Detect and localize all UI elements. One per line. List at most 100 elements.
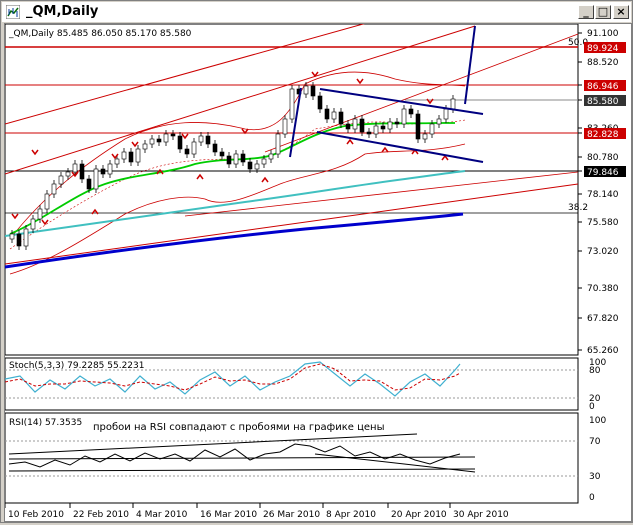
candle-body — [100, 168, 106, 175]
rsi-annotation: пробои на RSI совпадают с пробоями на гр… — [93, 422, 384, 433]
candle-body — [93, 168, 99, 190]
candle-body — [16, 233, 22, 247]
minimize-button[interactable]: _ — [578, 5, 594, 19]
candle-body — [233, 153, 239, 165]
candle-body — [58, 175, 64, 185]
candle-body — [352, 118, 358, 130]
chart-window: _QM,Daily _ □ × 50.0 38.2 _QM,Daily 85.4… — [0, 0, 633, 523]
chart-window-icon — [6, 5, 20, 19]
candle-body — [359, 118, 365, 133]
candle-body — [338, 111, 344, 125]
price-axis-label: 80.780 — [587, 153, 619, 163]
candle-body — [163, 133, 169, 143]
candle-body — [23, 228, 29, 247]
fib-label-bottom: 38.2 — [568, 203, 588, 213]
candle-body — [380, 125, 386, 130]
price-panel-header: _QM,Daily 85.485 86.050 85.170 85.580 — [8, 29, 192, 39]
candle-body — [415, 113, 421, 140]
candle-body — [128, 151, 134, 163]
candle-body — [79, 163, 85, 180]
rsi-panel: RSI(14) 57.3535 пробои на RSI совпадают … — [4, 412, 579, 504]
candle-body — [37, 208, 43, 220]
candle-body — [212, 143, 218, 153]
price-tag-label: 82.828 — [587, 130, 619, 140]
candle-body — [373, 125, 379, 135]
candle-body — [51, 183, 57, 195]
stoch-panel: Stoch(5,3,3) 79.2285 55.2231 — [4, 357, 579, 411]
candle-body — [247, 161, 253, 170]
candle-body — [394, 121, 400, 125]
candle-body — [401, 108, 407, 125]
candle-body — [408, 108, 414, 115]
rsi-axis-label: 100 — [589, 416, 606, 426]
candle-body — [9, 233, 15, 240]
candle-body — [191, 141, 197, 155]
price-axis-label: 73.020 — [587, 247, 619, 257]
rsi-axis-label: 70 — [589, 437, 601, 447]
candle-body — [30, 218, 36, 230]
candle-body — [261, 158, 267, 165]
close-button[interactable]: × — [613, 5, 629, 19]
stoch-axis-label: 0 — [589, 402, 595, 412]
time-axis-label: 8 Apr 2010 — [326, 510, 376, 520]
candle-body — [107, 163, 113, 175]
candle-body — [275, 133, 281, 155]
candle-body — [310, 85, 316, 97]
maximize-button[interactable]: □ — [595, 5, 611, 19]
stoch-axis-label: 80 — [589, 366, 601, 376]
price-tag-label: 79.846 — [587, 168, 619, 178]
rsi-axis-label: 30 — [589, 472, 601, 482]
chart-canvas[interactable]: 50.0 38.2 _QM,Daily 85.485 86.050 85.170… — [4, 0, 631, 521]
rsi-axis: 100 70 30 0 — [589, 416, 606, 503]
candle-body — [429, 123, 435, 135]
title-bar[interactable]: _QM,Daily _ □ × — [2, 2, 631, 22]
candle-body — [443, 108, 449, 120]
candle-body — [198, 135, 204, 143]
price-axis-label: 78.140 — [587, 190, 619, 200]
chart-area[interactable]: 50.0 38.2 _QM,Daily 85.485 86.050 85.170… — [4, 0, 632, 522]
candle-body — [289, 88, 295, 120]
candle-body — [142, 143, 148, 150]
price-tag-label: 89.924 — [587, 44, 619, 54]
candle-body — [387, 121, 393, 130]
price-axis-label: 67.820 — [587, 314, 619, 324]
candle-body — [450, 98, 456, 110]
price-axis-label: 65.260 — [587, 346, 619, 356]
price-tag-label: 86.946 — [587, 82, 619, 92]
time-axis-label: 16 Mar 2010 — [200, 510, 257, 520]
price-tag-label: 85.580 — [587, 97, 619, 107]
candle-body — [366, 131, 372, 135]
time-axis-label: 4 Mar 2010 — [136, 510, 188, 520]
candle-body — [422, 133, 428, 140]
candle-body — [149, 138, 155, 145]
candle-body — [254, 163, 260, 170]
candle-body — [65, 171, 71, 177]
rsi-panel-header: RSI(14) 57.3535 — [9, 418, 82, 428]
candle-body — [177, 135, 183, 150]
candle-body — [135, 148, 141, 163]
candle-body — [268, 153, 274, 160]
candle-body — [184, 148, 190, 155]
candle-body — [317, 95, 323, 110]
candle-body — [86, 178, 92, 190]
candle-body — [121, 151, 127, 160]
candle-body — [282, 118, 288, 135]
price-axis-label: 88.520 — [587, 58, 619, 68]
candle-body — [114, 158, 120, 165]
candle-body — [44, 193, 50, 210]
price-axis: 91.10088.52086.94685.58083.26082.82880.7… — [578, 29, 626, 356]
candle-body — [345, 123, 351, 130]
rsi-axis-label: 0 — [589, 493, 595, 503]
time-axis-label: 20 Apr 2010 — [391, 510, 447, 520]
price-axis-label: 70.380 — [587, 284, 619, 294]
price-panel: 50.0 38.2 _QM,Daily 85.485 86.050 85.170… — [4, 0, 588, 356]
price-axis-label: 75.580 — [587, 218, 619, 228]
candle-body — [331, 111, 337, 120]
candle-body — [205, 135, 211, 145]
time-axis-label: 30 Apr 2010 — [453, 510, 509, 520]
candle-body — [170, 133, 176, 137]
candle-body — [240, 153, 246, 163]
candle-body — [219, 151, 225, 157]
time-axis-label: 22 Feb 2010 — [73, 510, 129, 520]
time-axis: 10 Feb 2010 22 Feb 2010 4 Mar 2010 16 Mar 2… — [4, 503, 509, 520]
